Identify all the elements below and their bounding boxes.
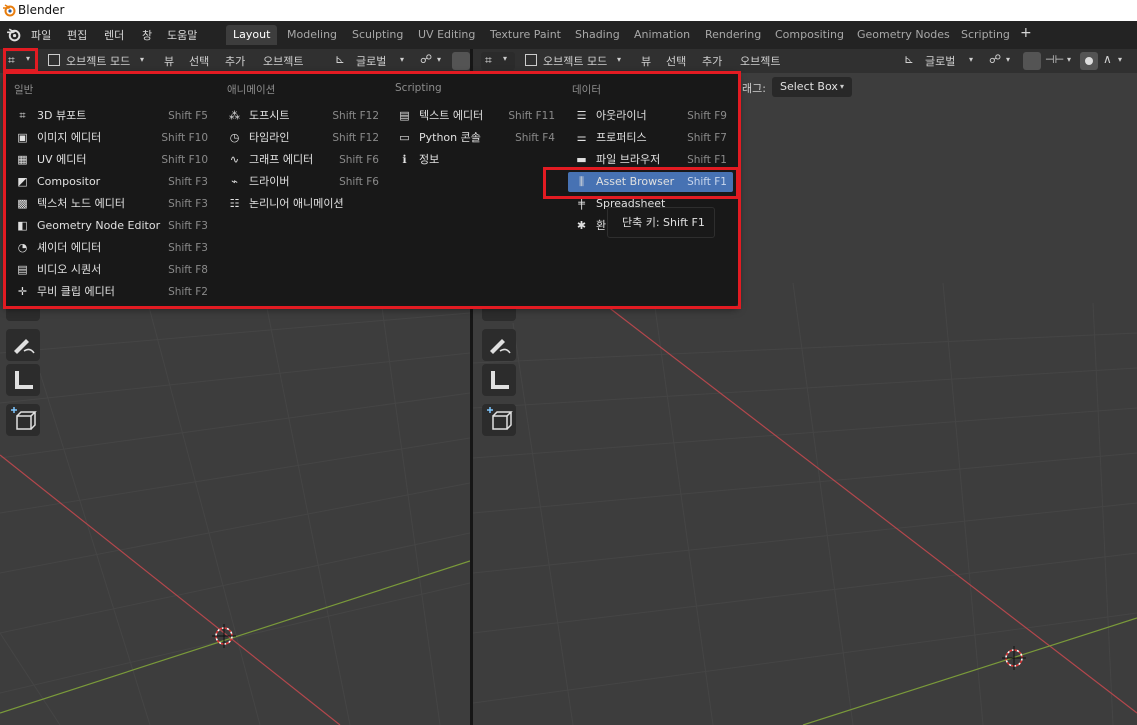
drag-label: 래그: [742,82,766,95]
falloff-icon[interactable]: ∧ [1103,52,1112,66]
menu-file[interactable]: 파일 [31,27,51,43]
transform-orientation-icon: ⊾ [904,52,915,66]
transform-orientation-icon: ⊾ [335,52,346,66]
pivot-icon[interactable]: ☍ [989,52,1001,66]
chevron-down-icon: ▾ [400,55,405,64]
menu-render[interactable]: 렌더 [104,27,124,43]
top-bar: 파일 편집 렌더 창 도움말 Layout Modeling Sculpting… [0,21,1137,49]
chevron-down-icon: ▾ [617,55,622,64]
menu-help[interactable]: 도움말 [167,27,197,43]
tab-modeling[interactable]: Modeling [280,25,344,45]
tab-layout[interactable]: Layout [226,25,278,45]
editor-type-button-right[interactable]: ⌗ ▾ [481,52,515,70]
transform-orientation-dropdown[interactable]: 글로벌 [356,53,386,69]
select-box-dropdown[interactable]: Select Box ▾ [772,77,852,97]
annotate-icon [490,339,511,354]
right-viewport-header: ⌗ ▾ 오브젝트 모드 ▾ 뷰 선택 추가 오브젝트 ⊾ 글로벌 ▾ ☍ ▾ ⊣… [473,49,1137,73]
tool-add-cube-button[interactable] [6,404,40,436]
chevron-down-icon: ▾ [1118,55,1123,64]
pivot-icon[interactable]: ☍ [420,52,432,66]
menu-select[interactable]: 선택 [189,53,209,69]
tab-uv-editing[interactable]: UV Editing [411,25,482,45]
tool-measure-button[interactable] [6,364,40,396]
chevron-down-icon: ▾ [140,55,145,64]
tab-animation[interactable]: Animation [627,25,697,45]
tab-sculpting[interactable]: Sculpting [345,25,410,45]
add-workspace-button[interactable]: + [1020,25,1032,41]
chevron-down-icon: ▾ [840,82,845,91]
menu-add[interactable]: 추가 [225,53,245,69]
tab-compositing[interactable]: Compositing [768,25,851,45]
object-mode-dropdown-right[interactable]: 오브젝트 모드 [543,53,607,69]
add-cube-icon [11,407,37,430]
tool-annotate-button-right[interactable] [482,329,516,361]
object-mode-icon [48,54,60,66]
transform-orientation-dropdown-right[interactable]: 글로벌 [925,53,955,69]
tab-texture-paint[interactable]: Texture Paint [483,25,568,45]
title-bar: Blender [0,0,1137,21]
proportional-edit-toggle[interactable] [1080,52,1098,70]
object-mode-icon [525,54,537,66]
chevron-down-icon: ▾ [437,55,442,64]
proportional-edit-icon [1085,57,1093,65]
select-box-value: Select Box [780,80,838,93]
tab-shading[interactable]: Shading [568,25,627,45]
measure-icon [491,371,509,389]
tab-scripting[interactable]: Scripting [954,25,1017,45]
chevron-down-icon: ▾ [1067,55,1072,64]
menu-object-right[interactable]: 오브젝트 [740,53,780,69]
left-viewport-header: ⌗ ▾ 오브젝트 모드 ▾ 뷰 선택 추가 오브젝트 ⊾ 글로벌 ▾ ☍ ▾ [0,49,470,73]
menu-view[interactable]: 뷰 [164,53,174,69]
object-mode-dropdown[interactable]: 오브젝트 모드 [66,53,130,69]
chevron-down-icon: ▾ [969,55,974,64]
blender-logo-icon [3,4,16,17]
snap-toggle[interactable] [452,52,470,70]
add-cube-icon [487,407,513,430]
menu-view-right[interactable]: 뷰 [641,53,651,69]
menu-window[interactable]: 창 [142,27,152,43]
tool-measure-button-right[interactable] [482,364,516,396]
menu-add-right[interactable]: 추가 [702,53,722,69]
tool-annotate-button[interactable] [6,329,40,361]
tool-add-cube-button-right[interactable] [482,404,516,436]
highlight-asset-browser [543,167,739,199]
tab-rendering[interactable]: Rendering [698,25,768,45]
window-title: Blender [18,3,65,17]
annotate-icon [14,339,35,354]
menu-edit[interactable]: 편집 [67,27,87,43]
tab-geometry-nodes[interactable]: Geometry Nodes [850,25,957,45]
snap-target-icon[interactable]: ⊣⊢ [1045,53,1064,66]
3d-viewport-icon: ⌗ [485,53,492,67]
blender-menu-icon[interactable] [6,27,21,42]
chevron-down-icon: ▾ [1006,55,1011,64]
menu-object[interactable]: 오브젝트 [263,53,303,69]
highlight-editor-type-button [3,48,38,72]
measure-icon [15,371,33,389]
chevron-down-icon: ▾ [503,54,508,63]
menu-select-right[interactable]: 선택 [666,53,686,69]
snap-toggle-right[interactable] [1023,52,1041,70]
